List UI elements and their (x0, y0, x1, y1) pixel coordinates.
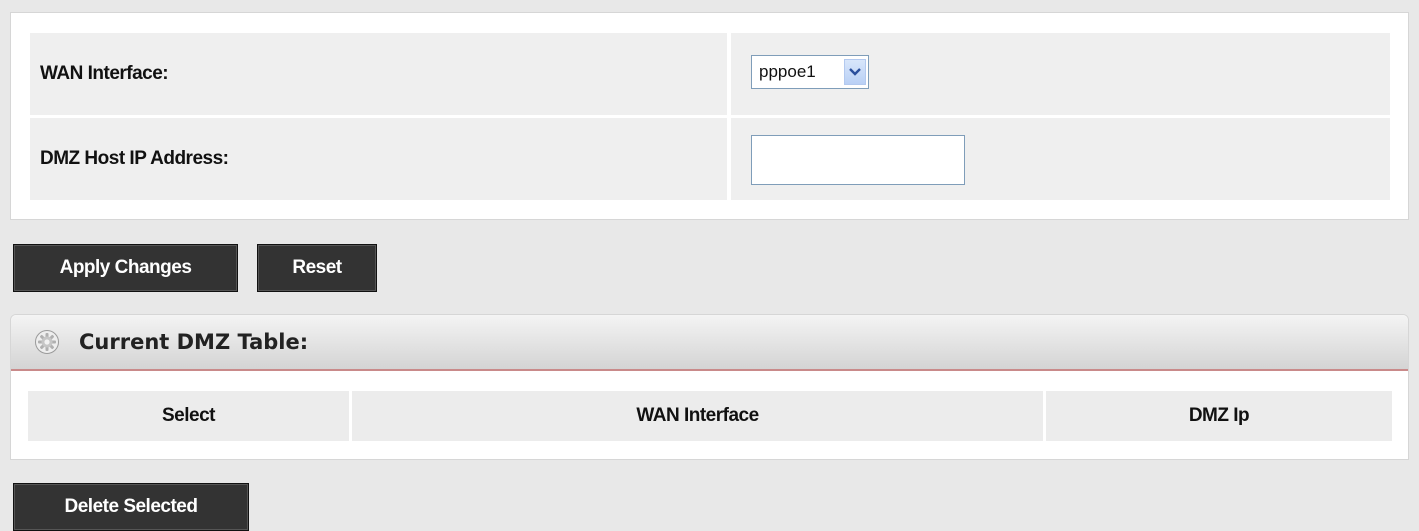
column-header-dmz-ip: DMZ Ip (1046, 391, 1392, 441)
dmz-settings-form: WAN Interface: pppoe1 DMZ Host IP Addres… (10, 12, 1409, 220)
dmz-table-column-headers: Select WAN Interface DMZ Ip (28, 391, 1392, 441)
wan-interface-cell: pppoe1 (731, 33, 1390, 115)
apply-changes-button[interactable]: Apply Changes (13, 244, 238, 292)
column-header-select: Select (28, 391, 349, 441)
dmz-host-row: DMZ Host IP Address: (30, 118, 1390, 200)
dmz-host-label: DMZ Host IP Address: (30, 118, 727, 200)
chevron-down-icon[interactable] (844, 59, 866, 85)
wan-interface-row: WAN Interface: pppoe1 (30, 33, 1390, 115)
gear-icon (33, 328, 61, 356)
dmz-host-cell (731, 118, 1390, 200)
column-header-wan-interface: WAN Interface (352, 391, 1043, 441)
reset-button[interactable]: Reset (257, 244, 377, 292)
dmz-table-panel: Current DMZ Table: Select WAN Interface … (10, 314, 1409, 460)
wan-interface-select[interactable]: pppoe1 (751, 55, 869, 89)
dmz-table-title: Current DMZ Table: (79, 330, 309, 354)
dmz-table-header: Current DMZ Table: (11, 315, 1408, 371)
dmz-host-ip-input[interactable] (751, 135, 965, 185)
delete-selected-button[interactable]: Delete Selected (13, 483, 249, 531)
wan-interface-label: WAN Interface: (30, 33, 727, 115)
wan-interface-selected-value: pppoe1 (759, 62, 816, 81)
